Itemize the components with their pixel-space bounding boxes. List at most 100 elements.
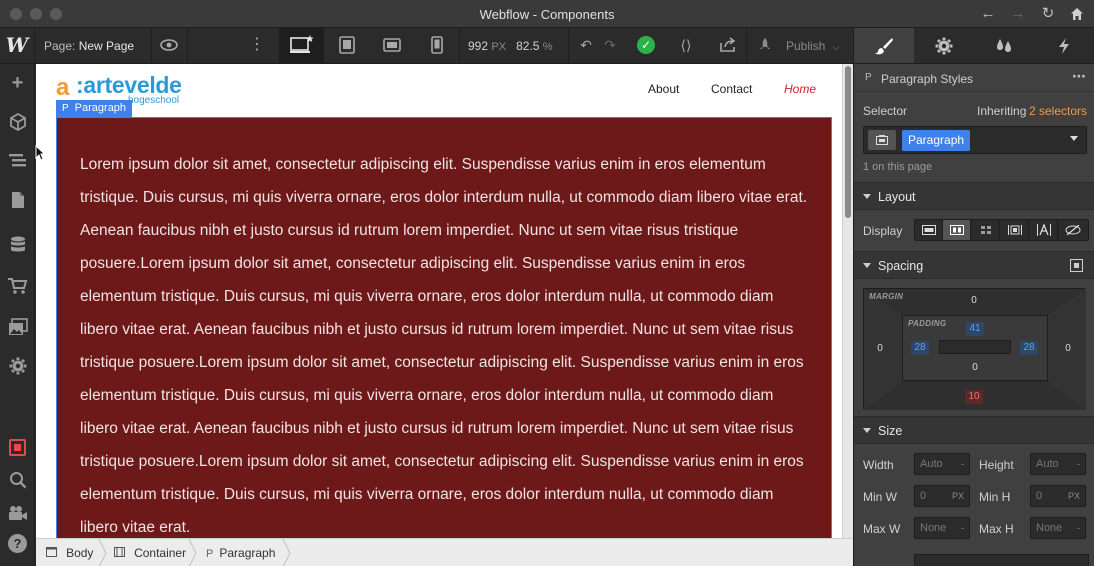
- padding-bottom-value[interactable]: 0: [965, 362, 985, 373]
- unit-dash: -: [1077, 523, 1080, 533]
- tab-settings-gear-icon[interactable]: [914, 28, 974, 63]
- selector-menu-button[interactable]: [868, 130, 896, 150]
- nav-link-contact[interactable]: Contact: [711, 82, 752, 96]
- breadcrumb-item-container[interactable]: Container: [114, 539, 186, 566]
- unit-dash: -: [961, 459, 964, 469]
- settings-gear-icon[interactable]: [6, 355, 29, 377]
- display-grid-icon[interactable]: [972, 220, 1000, 240]
- width-label: Width: [863, 458, 894, 472]
- cms-database-icon[interactable]: [6, 234, 29, 256]
- tab-style-brush-icon[interactable]: [854, 28, 914, 63]
- margin-right-value[interactable]: 0: [1058, 343, 1078, 354]
- forward-arrow-icon[interactable]: →: [1007, 5, 1029, 23]
- max-width-label: Max W: [863, 522, 901, 536]
- redo-icon[interactable]: ↷: [598, 34, 622, 56]
- display-inline-icon[interactable]: [1030, 220, 1058, 240]
- collapse-triangle-icon: [863, 428, 871, 433]
- more-options-icon[interactable]: ⋮: [245, 34, 269, 56]
- spacing-preset-icon[interactable]: [1070, 259, 1083, 272]
- display-flex-icon[interactable]: [943, 220, 971, 240]
- toolbar-divider: [568, 28, 569, 63]
- paragraph-icon: P: [62, 103, 69, 114]
- tablet-icon[interactable]: [380, 34, 404, 56]
- max-width-field[interactable]: None -: [914, 517, 970, 539]
- section-title: Size: [878, 424, 903, 438]
- pages-icon[interactable]: [6, 189, 29, 211]
- webflow-app: Webflow - Components ← → ↻ W Page: New P…: [0, 0, 1094, 566]
- record-video-icon[interactable]: [9, 439, 26, 456]
- display-none-icon[interactable]: [1059, 220, 1087, 240]
- height-label: Height: [979, 458, 1014, 472]
- body-icon: [46, 547, 60, 560]
- published-check-icon: ✓: [637, 36, 655, 54]
- width-field[interactable]: Auto -: [914, 453, 970, 475]
- video-tutorials-icon[interactable]: [6, 502, 29, 524]
- overflow-options[interactable]: [914, 554, 1089, 566]
- selector-tag-paragraph[interactable]: Paragraph: [902, 130, 971, 151]
- webflow-logo[interactable]: W: [0, 28, 35, 63]
- size-section-header[interactable]: Size: [854, 416, 1094, 444]
- undo-icon[interactable]: ↶: [574, 34, 598, 56]
- window-title: Webflow - Components: [479, 7, 615, 22]
- tab-interactions-bolt-icon[interactable]: [1034, 28, 1094, 63]
- display-inline-block-icon[interactable]: [1001, 220, 1029, 240]
- panel-tabs: [854, 28, 1094, 64]
- height-field[interactable]: Auto -: [1030, 453, 1086, 475]
- spacing-section-header[interactable]: Spacing: [854, 251, 1094, 279]
- margin-left-value[interactable]: 0: [870, 343, 890, 354]
- padding-left-value[interactable]: 28: [911, 341, 929, 355]
- min-height-field[interactable]: 0 PX: [1030, 485, 1086, 507]
- margin-bottom-value[interactable]: 10: [965, 390, 983, 404]
- panel-title: Paragraph Styles: [881, 72, 974, 86]
- code-export-icon[interactable]: ⟨⟩: [674, 34, 698, 56]
- paragraph-text[interactable]: Lorem ipsum dolor sit amet, consectetur …: [80, 148, 809, 538]
- breadcrumb-item-paragraph[interactable]: P Paragraph: [206, 539, 275, 566]
- publish-button[interactable]: Publish ⌵: [760, 38, 840, 53]
- add-panel-plus-icon[interactable]: +: [6, 72, 29, 94]
- padding-right-value[interactable]: 28: [1020, 341, 1038, 355]
- site-logo-subtext: hogeschool: [128, 95, 180, 106]
- navigator-icon[interactable]: [6, 150, 29, 172]
- chevron-down-icon: ⌵: [832, 42, 840, 52]
- nav-link-about[interactable]: About: [648, 82, 679, 96]
- help-icon[interactable]: ?: [8, 534, 27, 553]
- padding-top-value[interactable]: 41: [966, 322, 984, 336]
- symbols-cube-icon[interactable]: [6, 111, 29, 133]
- margin-top-value[interactable]: 0: [964, 295, 984, 306]
- tab-style-manager-drops-icon[interactable]: [974, 28, 1034, 63]
- max-width-value: None: [920, 522, 947, 534]
- breadcrumb-label: Container: [134, 546, 187, 560]
- reload-icon[interactable]: ↻: [1037, 5, 1059, 23]
- assets-images-icon[interactable]: [6, 316, 29, 338]
- max-height-label: Max H: [979, 522, 1014, 536]
- home-icon[interactable]: [1066, 5, 1088, 23]
- page-selector[interactable]: Page: New Page: [44, 39, 134, 53]
- min-height-unit: PX: [1067, 491, 1080, 501]
- inheriting-selectors-link[interactable]: 2 selectors: [1029, 104, 1087, 118]
- layout-section-header[interactable]: Layout: [854, 182, 1094, 210]
- preview-eye-icon[interactable]: [157, 34, 181, 56]
- tablet-landscape-icon[interactable]: [335, 34, 359, 56]
- canvas-scrollbar-thumb[interactable]: [845, 66, 851, 218]
- selector-field[interactable]: Paragraph: [863, 126, 1087, 154]
- site-header[interactable]: a :artevelde hogeschool About Contact Ho…: [36, 64, 842, 116]
- share-icon[interactable]: [716, 34, 740, 56]
- canvas-size-readout: 992 PX 82.5 %: [468, 39, 553, 53]
- search-icon[interactable]: [6, 469, 29, 491]
- max-height-field[interactable]: None -: [1030, 517, 1086, 539]
- min-height-label: Min H: [979, 490, 1011, 504]
- mobile-icon[interactable]: [425, 34, 449, 56]
- ecommerce-cart-icon[interactable]: [6, 275, 29, 297]
- desktop-breakpoint-button[interactable]: [280, 28, 324, 63]
- selected-paragraph[interactable]: Lorem ipsum dolor sit amet, consectetur …: [56, 117, 832, 538]
- min-width-field[interactable]: 0 PX: [914, 485, 970, 507]
- back-arrow-icon[interactable]: ←: [977, 5, 999, 23]
- margin-label: MARGIN: [869, 292, 904, 301]
- chevron-down-icon[interactable]: [1070, 136, 1078, 141]
- design-canvas[interactable]: a :artevelde hogeschool About Contact Ho…: [36, 64, 842, 538]
- breadcrumb-item-body[interactable]: Body: [46, 539, 93, 566]
- display-block-icon[interactable]: [915, 220, 943, 240]
- canvas-scrollbar[interactable]: [842, 64, 853, 538]
- more-options-icon[interactable]: ⋯: [1072, 68, 1086, 85]
- nav-link-home[interactable]: Home: [784, 82, 816, 96]
